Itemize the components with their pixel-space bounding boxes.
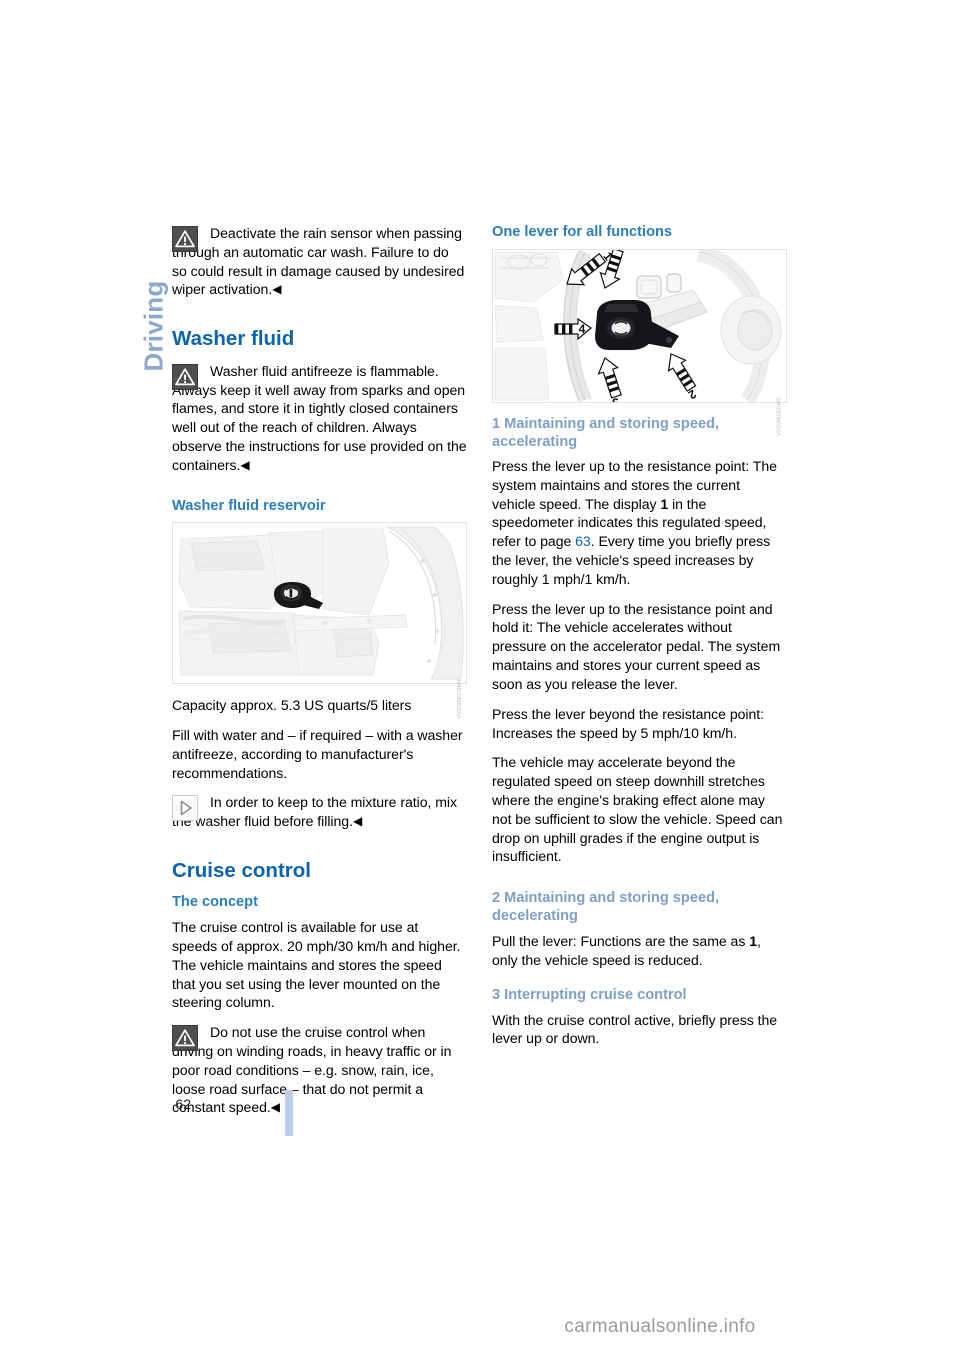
note-icon	[172, 795, 198, 822]
washer-fluid-reservoir-figure: VVO3I9ECOMV	[172, 522, 467, 719]
svg-text:4: 4	[579, 322, 586, 336]
heading-washer-fluid: Washer fluid	[172, 327, 295, 351]
page-number: 62	[175, 1096, 191, 1112]
chapter-tab-label: Driving	[138, 280, 169, 372]
heading-section-2: 2 Maintaining and storing speed, deceler…	[492, 890, 720, 925]
watermark: carmanualsonline.info	[0, 1316, 960, 1338]
warning-icon	[172, 226, 198, 252]
fill-instructions-text: Fill with water and – if required – with…	[172, 727, 463, 781]
heading-cruise-control: Cruise control	[172, 859, 311, 883]
figure-code: VVO3I9ECOMV	[456, 679, 463, 719]
watermark-text: carmanualsonline.info	[564, 1316, 756, 1337]
manual-page: Driving Deactivate the rain sensor when …	[0, 0, 960, 1358]
warning-note-antifreeze: Washer fluid antifreeze is flammable. Al…	[172, 362, 467, 475]
section-1-paragraph-2: Press the lever up to the resistance poi…	[492, 600, 781, 692]
end-mark: ◀	[352, 814, 363, 829]
left-column: Deactivate the rain sensor when passing …	[172, 224, 467, 1128]
section-1-paragraph-4: The vehicle may accelerate beyond the re…	[492, 754, 783, 865]
warning-icon	[172, 1025, 198, 1052]
warning-icon	[172, 363, 198, 390]
cruise-control-lever-figure: 1 2 4 VVO3I81EOMS	[492, 248, 787, 436]
end-mark: ◀	[272, 282, 282, 297]
section-1-paragraph-3: Press the lever beyond the resistance po…	[492, 705, 765, 741]
note-text: Do not use the cruise control when drivi…	[172, 1024, 452, 1116]
note-text: Washer fluid antifreeze is flammable. Al…	[172, 362, 467, 473]
note-text: Deactivate the rain sensor when passing …	[172, 225, 465, 298]
capacity-text: Capacity approx. 5.3 US quarts/5 liters	[172, 697, 412, 714]
heading-section-3: 3 Interrupting cruise control	[492, 987, 687, 1004]
note-text: In order to keep to the mixture ratio, m…	[172, 794, 457, 830]
warning-note-rain-sensor: Deactivate the rain sensor when passing …	[172, 224, 467, 299]
section-1-paragraph-1: Press the lever up to the resistance poi…	[492, 457, 777, 587]
concept-text: The cruise control is available for use …	[172, 919, 461, 1011]
chapter-tab: Driving	[118, 218, 169, 378]
figure-code: VVO3I81EOMS	[776, 397, 783, 437]
heading-section-1: 1 Maintaining and storing speed, acceler…	[492, 415, 720, 450]
heading-the-concept: The concept	[172, 893, 258, 910]
end-mark: ◀	[240, 457, 250, 472]
right-column: One lever for all functions 1 2 4 VVO3I8…	[492, 224, 787, 1059]
page-rule	[285, 1090, 293, 1136]
section-3-paragraph-1: With the cruise control active, briefly …	[492, 1011, 778, 1047]
end-mark: ◀	[270, 1100, 280, 1115]
section-2-paragraph-1: Pull the lever: Functions are the same a…	[492, 932, 761, 968]
heading-washer-fluid-reservoir: Washer fluid reservoir	[172, 497, 326, 514]
heading-one-lever: One lever for all functions	[492, 224, 673, 240]
info-note-mixture-ratio: In order to keep to the mixture ratio, m…	[172, 793, 467, 831]
warning-note-cruise-conditions: Do not use the cruise control when drivi…	[172, 1023, 467, 1117]
